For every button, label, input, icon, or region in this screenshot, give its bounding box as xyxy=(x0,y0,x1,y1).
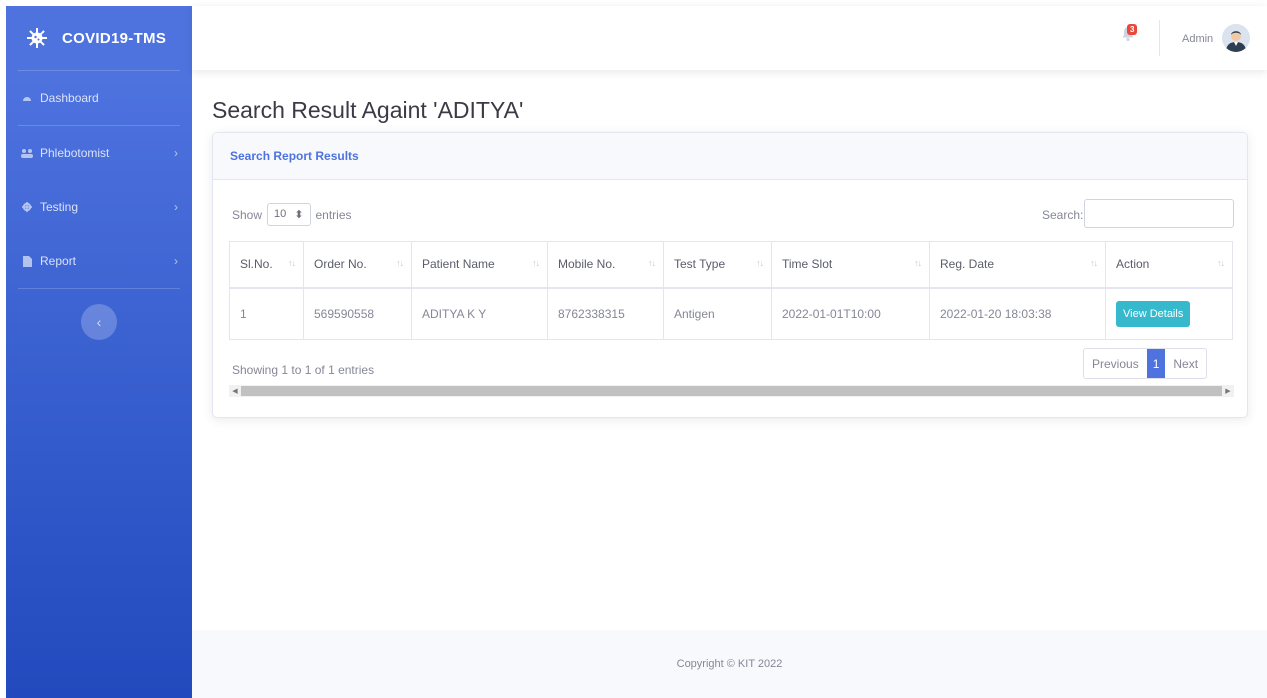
cell-test-type: Antigen xyxy=(663,287,772,340)
column-header-reg-date[interactable]: Reg. Date ↑↓ xyxy=(929,241,1106,289)
sort-icon: ↑↓ xyxy=(648,258,656,268)
footer: Copyright © KIT 2022 xyxy=(192,630,1267,698)
card-header: Search Report Results xyxy=(213,133,1247,180)
cog-icon xyxy=(20,202,34,212)
column-header-sl-no[interactable]: Sl.No. ↑↓ xyxy=(229,241,304,289)
pagination-next[interactable]: Next xyxy=(1165,349,1206,378)
column-header-order-no[interactable]: Order No. ↑↓ xyxy=(303,241,412,289)
column-header-mobile-no[interactable]: Mobile No. ↑↓ xyxy=(547,241,664,289)
user-name[interactable]: Admin xyxy=(1182,33,1213,45)
chevron-right-icon: › xyxy=(174,146,178,160)
chevron-right-icon: › xyxy=(174,254,178,268)
column-header-time-slot[interactable]: Time Slot ↑↓ xyxy=(771,241,930,289)
column-header-patient-name[interactable]: Patient Name ↑↓ xyxy=(411,241,548,289)
sort-icon: ↑↓ xyxy=(532,258,540,268)
notification-badge: 3 xyxy=(1127,24,1138,35)
virus-icon xyxy=(26,27,48,49)
sidebar-item-testing[interactable]: Testing › xyxy=(6,180,192,234)
sidebar-item-label: Dashboard xyxy=(40,91,99,105)
sort-icon: ↑↓ xyxy=(1217,258,1225,268)
select-arrows-icon: ⬍ xyxy=(294,209,304,221)
table-row: 1 569590558 ADITYA K Y 8762338315 Antige… xyxy=(229,287,1233,340)
users-icon xyxy=(20,148,34,158)
table-header-row: Sl.No. ↑↓ Order No. ↑↓ Patient Name ↑↓ Mobi… xyxy=(229,241,1233,289)
sidebar-item-label: Testing xyxy=(40,200,79,214)
file-icon xyxy=(20,255,34,267)
scroll-left-arrow-icon[interactable]: ◀ xyxy=(229,387,241,395)
column-header-action[interactable]: Action ↑↓ xyxy=(1105,241,1233,289)
search-input[interactable] xyxy=(1084,199,1234,228)
topbar: 3 Admin xyxy=(192,6,1267,70)
entries-select-value: 10 xyxy=(274,208,287,220)
sidebar-item-label: Phlebotomist xyxy=(40,146,110,160)
cell-reg-date: 2022-01-20 18:03:38 xyxy=(929,287,1106,340)
horizontal-scrollbar[interactable]: ◀ ▶ xyxy=(229,385,1234,397)
sidebar-item-dashboard[interactable]: Dashboard xyxy=(6,71,192,125)
sort-icon: ↑↓ xyxy=(1090,258,1098,268)
sidebar: COVID19-TMS Dashboard Phlebotomist › Tes… xyxy=(6,6,192,698)
brand-link[interactable]: COVID19-TMS xyxy=(6,6,192,70)
sort-icon: ↑↓ xyxy=(288,258,296,268)
entries-length-control: Show 10 ⬍ entries xyxy=(232,203,352,226)
pagination: Previous 1 Next xyxy=(1083,348,1208,379)
avatar[interactable] xyxy=(1222,24,1250,52)
sidebar-item-report[interactable]: Report › xyxy=(6,234,192,288)
chevron-right-icon: › xyxy=(174,200,178,214)
sidebar-divider xyxy=(18,288,180,289)
sort-icon: ↑↓ xyxy=(914,258,922,268)
page-title: Search Result Againt 'ADITYA' xyxy=(212,97,524,123)
cell-time-slot: 2022-01-01T10:00 xyxy=(771,287,930,340)
scroll-right-arrow-icon[interactable]: ▶ xyxy=(1222,387,1234,395)
chevron-left-icon: ‹ xyxy=(96,314,102,330)
show-label: Show xyxy=(232,207,263,222)
sidebar-item-phlebotomist[interactable]: Phlebotomist › xyxy=(6,126,192,180)
copyright-text: Copyright © KIT 2022 xyxy=(676,658,783,670)
pagination-page-1[interactable]: 1 xyxy=(1146,349,1166,378)
entries-label: entries xyxy=(315,207,352,222)
column-header-test-type[interactable]: Test Type ↑↓ xyxy=(663,241,772,289)
cell-action: View Details xyxy=(1105,287,1233,340)
cell-patient-name: ADITYA K Y xyxy=(411,287,548,340)
cell-mobile-no: 8762338315 xyxy=(547,287,664,340)
topbar-divider xyxy=(1159,20,1160,56)
sort-icon: ↑↓ xyxy=(396,258,404,268)
table-info: Showing 1 to 1 of 1 entries xyxy=(232,363,375,377)
sort-icon: ↑↓ xyxy=(756,258,764,268)
sidebar-toggle-button[interactable]: ‹ xyxy=(81,304,117,340)
tachometer-icon xyxy=(20,93,34,103)
brand-name: COVID19-TMS xyxy=(62,29,167,47)
scrollbar-thumb[interactable] xyxy=(241,386,1222,396)
entries-select[interactable]: 10 ⬍ xyxy=(267,203,311,226)
results-table: Sl.No. ↑↓ Order No. ↑↓ Patient Name ↑↓ Mobi… xyxy=(229,241,1233,340)
results-card: Search Report Results Show 10 ⬍ entries … xyxy=(212,132,1248,418)
cell-order-no: 569590558 xyxy=(303,287,412,340)
view-details-button[interactable]: View Details xyxy=(1116,300,1191,327)
pagination-previous[interactable]: Previous xyxy=(1084,349,1147,378)
sidebar-item-label: Report xyxy=(40,254,77,268)
cell-sl-no: 1 xyxy=(229,287,304,340)
search-label: Search: xyxy=(1042,208,1084,222)
